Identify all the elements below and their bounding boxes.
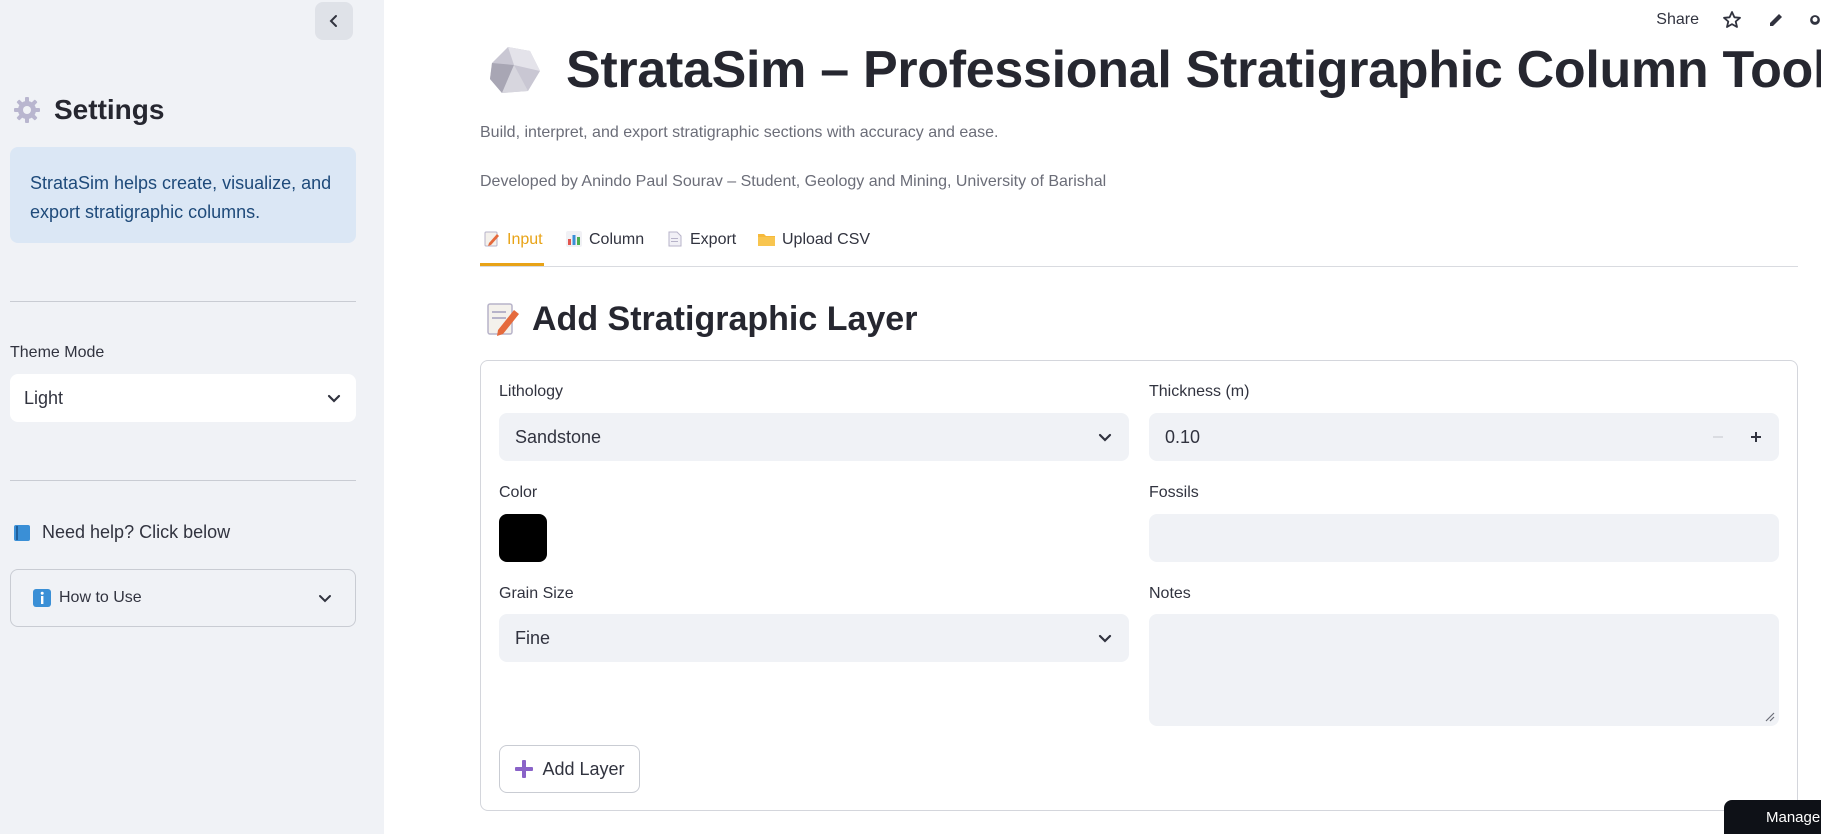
github-icon[interactable] bbox=[1809, 9, 1821, 31]
page-icon bbox=[668, 231, 682, 247]
page-title-text: StrataSim – Professional Stratigraphic C… bbox=[566, 41, 1821, 99]
stepper-buttons bbox=[1699, 418, 1775, 456]
notes-label: Notes bbox=[1149, 585, 1191, 602]
resize-handle-icon[interactable] bbox=[1763, 710, 1775, 722]
memo-icon bbox=[484, 231, 499, 247]
lithology-value: Sandstone bbox=[515, 426, 602, 447]
tab-upload-csv[interactable]: Upload CSV bbox=[758, 224, 870, 266]
page-subtitle: Build, interpret, and export stratigraph… bbox=[480, 124, 999, 141]
thickness-value[interactable]: 0.10 bbox=[1165, 427, 1200, 448]
expander-header: How to Use bbox=[33, 589, 142, 607]
tab-column-label: Column bbox=[589, 231, 645, 248]
gear-icon bbox=[14, 97, 40, 123]
developer-credit: Developed by Anindo Paul Sourav – Studen… bbox=[480, 173, 1107, 190]
add-layer-button[interactable]: Add Layer bbox=[499, 745, 640, 793]
section-heading: Add Stratigraphic Layer bbox=[486, 300, 917, 339]
pencil-icon[interactable] bbox=[1765, 9, 1787, 31]
top-toolbar: Share bbox=[1656, 6, 1821, 34]
lithology-select[interactable]: Sandstone bbox=[499, 413, 1129, 461]
color-label: Color bbox=[499, 484, 538, 501]
star-icon[interactable] bbox=[1721, 9, 1743, 31]
chevron-down-icon bbox=[1098, 433, 1112, 442]
increment-button[interactable] bbox=[1737, 418, 1775, 456]
theme-mode-label: Theme Mode bbox=[10, 344, 105, 361]
thickness-stepper[interactable]: 0.10 bbox=[1149, 413, 1779, 461]
folder-icon bbox=[758, 234, 775, 246]
minus-icon bbox=[1713, 436, 1723, 438]
sidebar-title-text: Settings bbox=[54, 94, 165, 125]
sidebar-title: Settings bbox=[12, 90, 164, 130]
decrement-button[interactable] bbox=[1699, 418, 1737, 456]
share-button[interactable]: Share bbox=[1656, 11, 1699, 29]
tab-column[interactable]: Column bbox=[566, 224, 644, 266]
grain-size-select[interactable]: Fine bbox=[499, 614, 1129, 662]
thickness-label: Thickness (m) bbox=[1149, 383, 1250, 400]
grain-size-value: Fine bbox=[515, 627, 551, 648]
tab-upload-csv-label: Upload CSV bbox=[782, 231, 871, 248]
blue-book-icon bbox=[14, 524, 30, 541]
tab-export-label: Export bbox=[690, 231, 737, 248]
help-heading: Need help? Click below bbox=[12, 522, 230, 543]
how-to-use-expander[interactable]: How to Use bbox=[10, 569, 356, 627]
color-picker[interactable] bbox=[499, 514, 547, 562]
tab-export[interactable]: Export bbox=[667, 224, 736, 266]
theme-mode-select[interactable]: Light bbox=[10, 374, 356, 422]
sidebar-divider bbox=[10, 301, 356, 302]
page-title: StrataSim – Professional Stratigraphic C… bbox=[486, 40, 1821, 100]
sidebar-info-box: StrataSim helps create, visualize, and e… bbox=[10, 147, 356, 243]
expander-label: How to Use bbox=[59, 589, 142, 606]
fossils-input[interactable] bbox=[1149, 514, 1779, 562]
fossils-label: Fossils bbox=[1149, 484, 1199, 501]
chevron-left-icon bbox=[329, 15, 337, 27]
memo-icon bbox=[487, 302, 519, 336]
chevron-down-icon bbox=[1098, 634, 1112, 643]
section-heading-text: Add Stratigraphic Layer bbox=[532, 300, 918, 338]
bar-chart-icon bbox=[566, 231, 582, 247]
manage-app-label: Manage app bbox=[1766, 808, 1821, 826]
tab-input[interactable]: Input bbox=[480, 224, 544, 266]
tab-bar: Input Column Export Upload CSV bbox=[480, 224, 1798, 267]
plus-icon bbox=[515, 760, 534, 778]
manage-app-button[interactable]: Manage app bbox=[1724, 800, 1821, 834]
help-heading-text: Need help? Click below bbox=[42, 522, 231, 542]
collapse-sidebar-button[interactable] bbox=[315, 2, 353, 40]
tab-input-label: Input bbox=[507, 231, 543, 248]
notes-textarea[interactable] bbox=[1149, 614, 1779, 726]
plus-icon bbox=[1751, 432, 1761, 442]
lithology-label: Lithology bbox=[499, 383, 564, 400]
add-layer-label: Add Layer bbox=[542, 758, 625, 779]
chevron-down-icon bbox=[319, 595, 331, 603]
grain-size-label: Grain Size bbox=[499, 585, 574, 602]
rock-icon bbox=[490, 47, 540, 93]
sidebar-divider bbox=[10, 480, 356, 481]
chevron-down-icon bbox=[327, 394, 341, 403]
theme-mode-value: Light bbox=[24, 387, 64, 408]
info-icon bbox=[33, 589, 51, 607]
